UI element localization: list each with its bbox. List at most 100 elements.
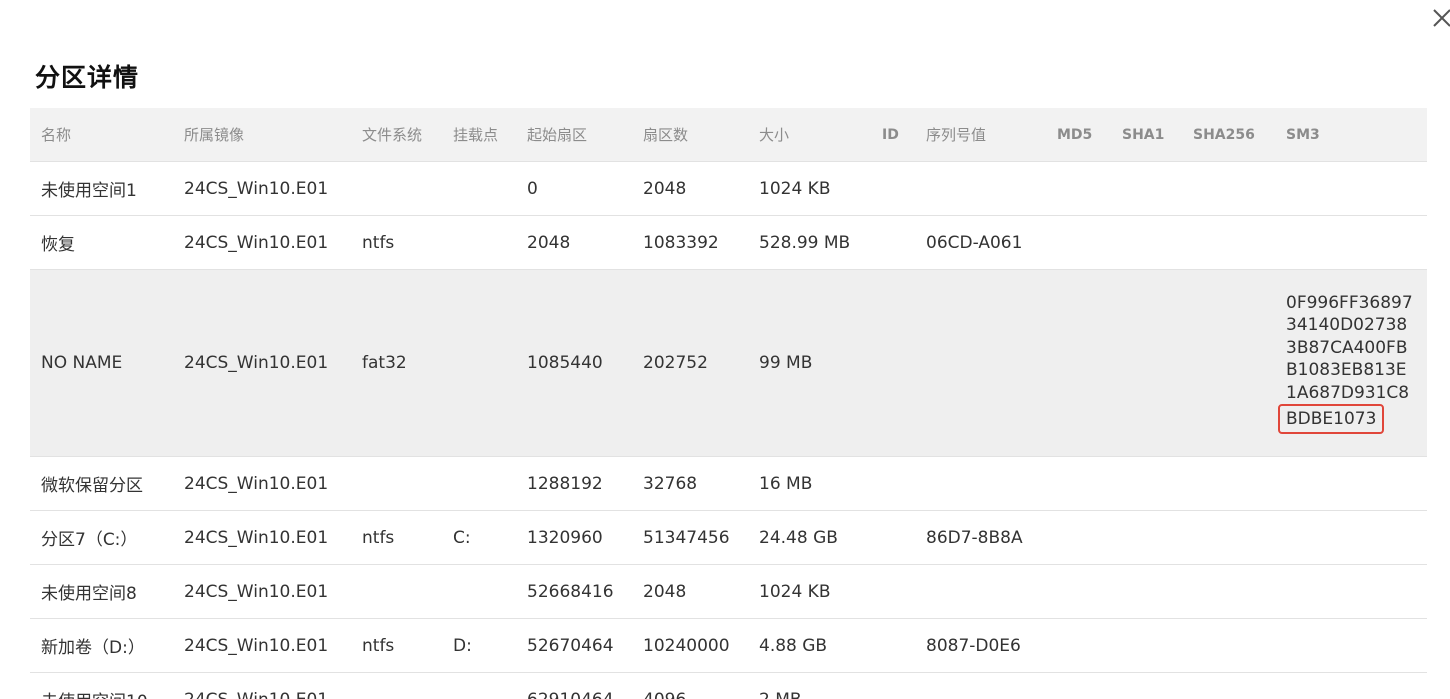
column-header[interactable]: 起始扇区 — [516, 108, 632, 162]
cell-sector-count: 2048 — [632, 564, 748, 619]
cell-sha1 — [1111, 456, 1182, 511]
cell-start-sector: 1320960 — [516, 510, 632, 565]
cell-image: 24CS_Win10.E01 — [173, 456, 351, 511]
cell-md5 — [1046, 564, 1111, 619]
cell-image: 24CS_Win10.E01 — [173, 161, 351, 216]
table-row[interactable]: 未使用空间1024CS_Win10.E01 6291046440962 MB — [30, 672, 1427, 699]
partition-table: 名称 所属镜像 文件系统 挂载点 起始扇区 扇区数 大小 ID 序列号值 MD5… — [30, 108, 1427, 699]
cell-image: 24CS_Win10.E01 — [173, 269, 351, 457]
cell-sm3 — [1275, 161, 1427, 216]
column-header[interactable]: 大小 — [748, 108, 871, 162]
cell-start-sector: 0 — [516, 161, 632, 216]
column-header[interactable]: 扇区数 — [632, 108, 748, 162]
cell-start-sector: 1085440 — [516, 269, 632, 457]
close-icon — [1433, 9, 1450, 27]
cell-id — [871, 672, 915, 699]
cell-fs — [351, 564, 442, 619]
cell-name: 未使用空间1 — [30, 161, 173, 216]
column-header[interactable]: 文件系统 — [351, 108, 442, 162]
sm3-hash-line: 1A687D931C8 — [1286, 382, 1410, 403]
cell-id — [871, 161, 915, 216]
cell-sha256 — [1182, 672, 1275, 699]
cell-sector-count: 51347456 — [632, 510, 748, 565]
cell-size: 99 MB — [748, 269, 871, 457]
cell-md5 — [1046, 510, 1111, 565]
cell-sector-count: 1083392 — [632, 215, 748, 270]
sm3-hash-line: 3B87CA400FB — [1286, 337, 1408, 358]
table-row[interactable]: 微软保留分区 24CS_Win10.E01 1288192 32768 16 MB — [30, 456, 1427, 511]
cell-sha1 — [1111, 672, 1182, 699]
cell-sha256 — [1182, 269, 1275, 457]
cell-sm3 — [1275, 564, 1427, 619]
cell-sha256 — [1182, 618, 1275, 673]
column-header[interactable]: SHA256 — [1182, 108, 1275, 162]
table-row[interactable]: 未使用空间1 24CS_Win10.E01 0 2048 1024 KB — [30, 161, 1427, 216]
cell-fs — [351, 672, 442, 699]
cell-sha256 — [1182, 215, 1275, 270]
cell-mount — [442, 672, 516, 699]
cell-sector-count: 4096 — [632, 672, 748, 699]
table-row[interactable]: 未使用空间8 24CS_Win10.E01 52668416 2048 1024 KB — [30, 564, 1427, 619]
column-header[interactable]: SHA1 — [1111, 108, 1182, 162]
cell-id — [871, 564, 915, 619]
red-annotation-box: BDBE1073 — [1278, 404, 1385, 435]
cell-mount — [442, 215, 516, 270]
cell-id — [871, 456, 915, 511]
cell-id — [871, 510, 915, 565]
cell-sha1 — [1111, 510, 1182, 565]
cell-md5 — [1046, 672, 1111, 699]
cell-sector-count: 32768 — [632, 456, 748, 511]
cell-fs — [351, 161, 442, 216]
dialog-title: 分区详情 — [35, 63, 140, 92]
cell-size: 1024 KB — [748, 161, 871, 216]
cell-fs: ntfs — [351, 618, 442, 673]
cell-sha256 — [1182, 161, 1275, 216]
column-header[interactable]: MD5 — [1046, 108, 1111, 162]
cell-fs: ntfs — [351, 215, 442, 270]
column-header[interactable]: 名称 — [30, 108, 173, 162]
cell-serial: 86D7-8B8A — [915, 510, 1046, 565]
cell-size: 24.48 GB — [748, 510, 871, 565]
cell-name: 分区7（C:） — [30, 510, 173, 565]
partition-details-dialog: 分区详情 名称 所属镜像 文件系统 挂载点 起始扇区 扇区数 大小 ID 序列号… — [0, 0, 1450, 699]
cell-sm3 — [1275, 618, 1427, 673]
cell-serial — [915, 269, 1046, 457]
column-header[interactable]: 挂载点 — [442, 108, 516, 162]
cell-sha256 — [1182, 456, 1275, 511]
column-header[interactable]: 所属镜像 — [173, 108, 351, 162]
table-row[interactable]: 新加卷（D:） 24CS_Win10.E01 ntfs D: 52670464 10240… — [30, 618, 1427, 673]
cell-size: 4.88 GB — [748, 618, 871, 673]
cell-sm3 — [1275, 456, 1427, 511]
cell-name: 恢复 — [30, 215, 173, 270]
cell-serial: 06CD-A061 — [915, 215, 1046, 270]
cell-serial: 8087-D0E6 — [915, 618, 1046, 673]
cell-mount: C: — [442, 510, 516, 565]
column-header[interactable]: ID — [871, 108, 915, 162]
cell-sector-count: 202752 — [632, 269, 748, 457]
cell-md5 — [1046, 269, 1111, 457]
cell-md5 — [1046, 456, 1111, 511]
cell-mount — [442, 564, 516, 619]
cell-sm3 — [1275, 510, 1427, 565]
cell-mount: D: — [442, 618, 516, 673]
sm3-hash-line: BDBE1073 — [1278, 404, 1427, 435]
column-header[interactable]: 序列号值 — [915, 108, 1046, 162]
table-row[interactable]: 恢复 24CS_Win10.E01 ntfs 2048 1083392 528.99 MB… — [30, 215, 1427, 270]
sm3-hash-line: 0F996FF36897 — [1286, 292, 1413, 313]
cell-sha1 — [1111, 269, 1182, 457]
cell-image: 24CS_Win10.E01 — [173, 618, 351, 673]
cell-serial — [915, 672, 1046, 699]
table-row[interactable]: NO NAME 24CS_Win10.E01 fat32 1085440 202752 9… — [30, 269, 1427, 457]
cell-start-sector: 52668416 — [516, 564, 632, 619]
cell-fs: ntfs — [351, 510, 442, 565]
cell-sm3 — [1275, 672, 1427, 699]
cell-name: 未使用空间10 — [30, 672, 173, 699]
cell-name: NO NAME — [30, 269, 173, 457]
cell-fs — [351, 456, 442, 511]
column-header[interactable]: SM3 — [1275, 108, 1427, 162]
cell-sha1 — [1111, 564, 1182, 619]
close-button[interactable] — [1428, 4, 1450, 32]
cell-serial — [915, 564, 1046, 619]
table-row[interactable]: 分区7（C:） 24CS_Win10.E01 ntfs C: 1320960 513474… — [30, 510, 1427, 565]
cell-start-sector: 1288192 — [516, 456, 632, 511]
